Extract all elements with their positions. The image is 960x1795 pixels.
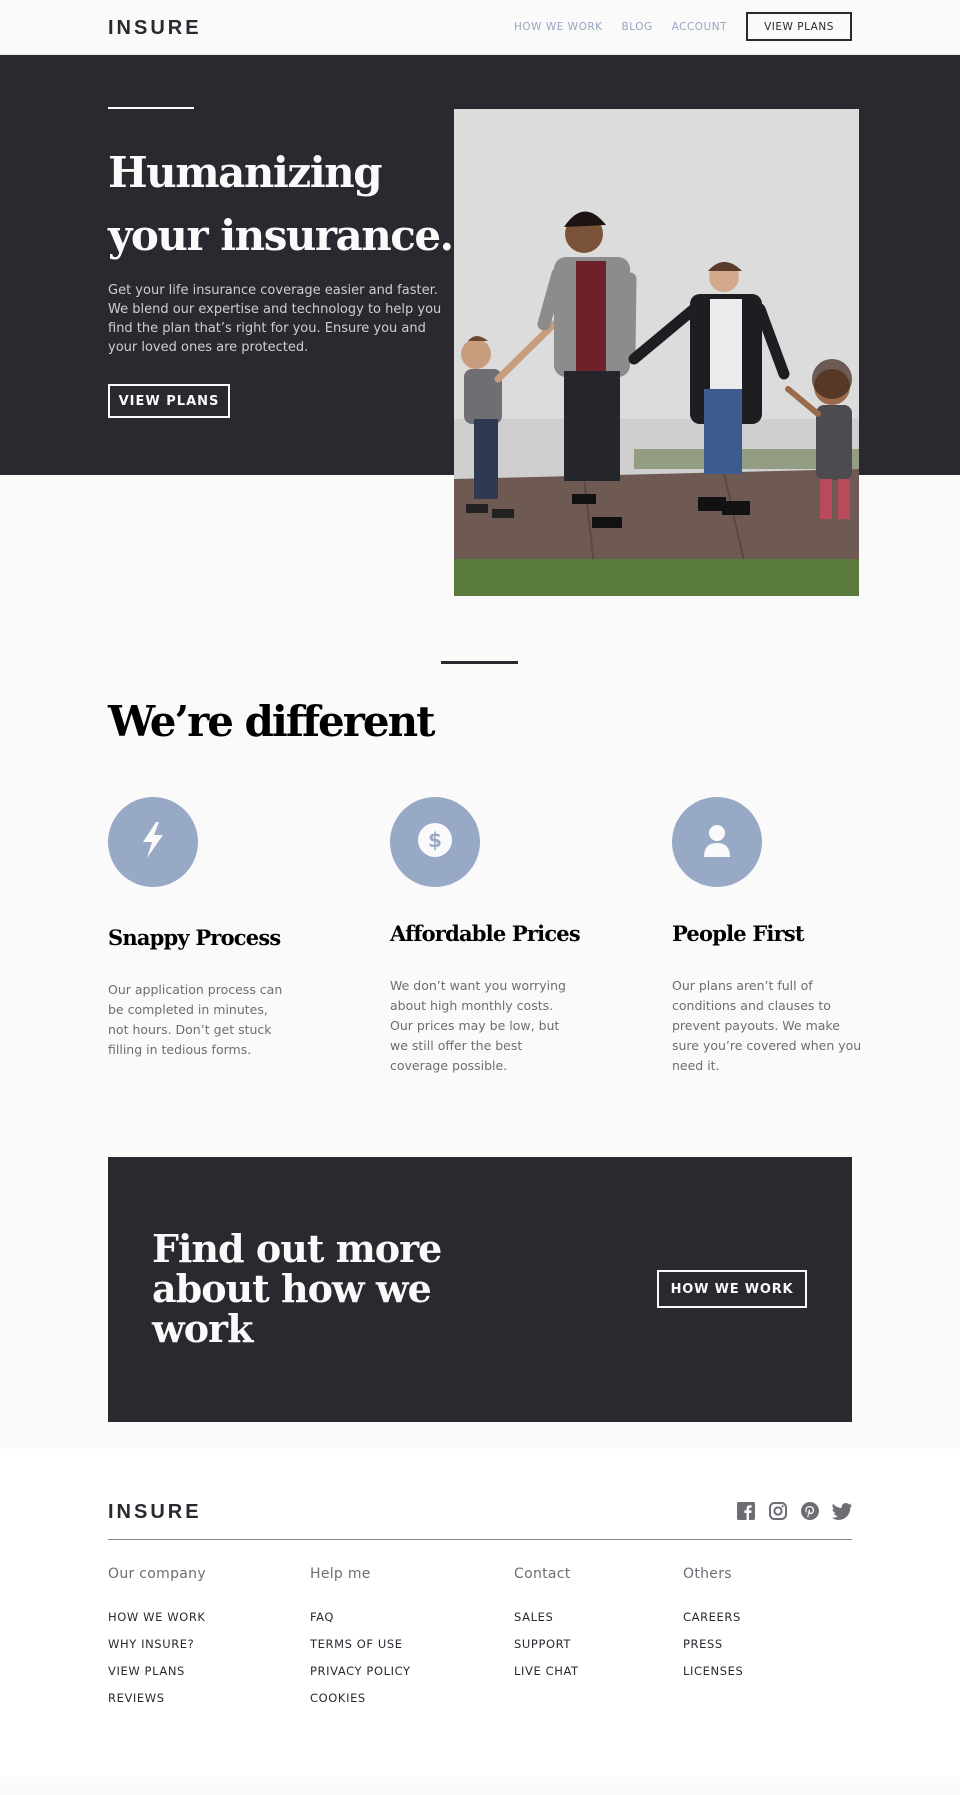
footer-column-others: Others CAREERS PRESS LICENSES (683, 1566, 743, 1691)
footer-column-heading: Others (683, 1566, 732, 1582)
footer-link[interactable]: PRIVACY POLICY (310, 1664, 411, 1680)
feature-people-first: People First Our plans aren’t full of co… (672, 797, 862, 1076)
cta-banner: Find out more about how we work HOW WE W… (108, 1157, 852, 1422)
social-links (736, 1501, 852, 1521)
family-photo-illustration (454, 109, 859, 596)
feature-icon-circle: $ (390, 797, 480, 887)
footer-link[interactable]: TERMS OF USE (310, 1637, 411, 1653)
footer-link[interactable]: FAQ (310, 1610, 411, 1626)
footer-link[interactable]: REVIEWS (108, 1691, 206, 1707)
site-footer: INSURE Our company HOW WE WORK WHY INSUR… (0, 1449, 960, 1777)
footer-link[interactable]: COOKIES (310, 1691, 411, 1707)
nav-link-account[interactable]: ACCOUNT (672, 21, 727, 33)
feature-title: Affordable Prices (390, 921, 581, 946)
svg-text:$: $ (428, 828, 442, 852)
footer-column-heading: Contact (514, 1566, 571, 1582)
footer-column-heading: Our company (108, 1566, 206, 1582)
footer-divider (108, 1539, 852, 1540)
hero-divider (108, 107, 194, 109)
feature-text: Our plans aren’t full of conditions and … (672, 978, 862, 1073)
different-section-title: We’re different (108, 697, 436, 746)
feature-snappy-process: Snappy Process Our application process c… (108, 797, 298, 1060)
footer-column-help-me: Help me FAQ TERMS OF USE PRIVACY POLICY … (310, 1566, 411, 1718)
footer-column-contact: Contact SALES SUPPORT LIVE CHAT (514, 1566, 579, 1691)
lightning-icon (139, 822, 167, 862)
nav-link-blog[interactable]: BLOG (622, 21, 653, 33)
feature-icon-circle (108, 797, 198, 887)
person-icon (702, 823, 732, 861)
hero-title-line1: Humanizing (108, 148, 383, 197)
cta-title: Find out more about how we work (152, 1226, 442, 1351)
feature-icon-circle (672, 797, 762, 887)
hero-family-photo (454, 109, 859, 596)
footer-link[interactable]: CAREERS (683, 1610, 743, 1626)
instagram-icon[interactable] (768, 1501, 788, 1521)
section-divider (441, 661, 518, 664)
logo[interactable]: INSURE (108, 18, 202, 38)
main-nav: HOW WE WORK BLOG ACCOUNT VIEW PLANS (495, 12, 852, 41)
hero-title: Humanizing your insurance. (108, 141, 468, 267)
feature-text: We don’t want you worrying about high mo… (390, 978, 566, 1073)
feature-text: Our application process can be completed… (108, 982, 283, 1057)
footer-column-heading: Help me (310, 1566, 371, 1582)
facebook-icon[interactable] (736, 1501, 756, 1521)
footer-column-our-company: Our company HOW WE WORK WHY INSURE? VIEW… (108, 1566, 206, 1718)
footer-link[interactable]: PRESS (683, 1637, 743, 1653)
footer-link[interactable]: WHY INSURE? (108, 1637, 206, 1653)
footer-link[interactable]: VIEW PLANS (108, 1664, 206, 1680)
footer-link[interactable]: SALES (514, 1610, 579, 1626)
footer-link[interactable]: LIVE CHAT (514, 1664, 579, 1680)
footer-link[interactable]: LICENSES (683, 1664, 743, 1680)
footer-link[interactable]: SUPPORT (514, 1637, 579, 1653)
view-plans-hero-button[interactable]: VIEW PLANS (108, 384, 230, 418)
pinterest-icon[interactable] (800, 1501, 820, 1521)
nav-link-how-we-work[interactable]: HOW WE WORK (514, 21, 603, 33)
hero-title-line2: your insurance. (108, 211, 454, 260)
twitter-icon[interactable] (832, 1501, 852, 1521)
view-plans-nav-button[interactable]: VIEW PLANS (746, 12, 852, 41)
footer-link[interactable]: HOW WE WORK (108, 1610, 206, 1626)
feature-title: People First (672, 921, 805, 946)
how-we-work-button[interactable]: HOW WE WORK (657, 1270, 807, 1308)
footer-logo[interactable]: INSURE (108, 1501, 202, 1524)
site-header: INSURE HOW WE WORK BLOG ACCOUNT VIEW PLA… (0, 0, 960, 55)
dollar-icon: $ (417, 822, 453, 862)
hero-description: Get your life insurance coverage easier … (108, 283, 442, 355)
feature-title: Snappy Process (108, 925, 281, 950)
feature-affordable-prices: $ Affordable Prices We don’t want you wo… (390, 797, 581, 1076)
